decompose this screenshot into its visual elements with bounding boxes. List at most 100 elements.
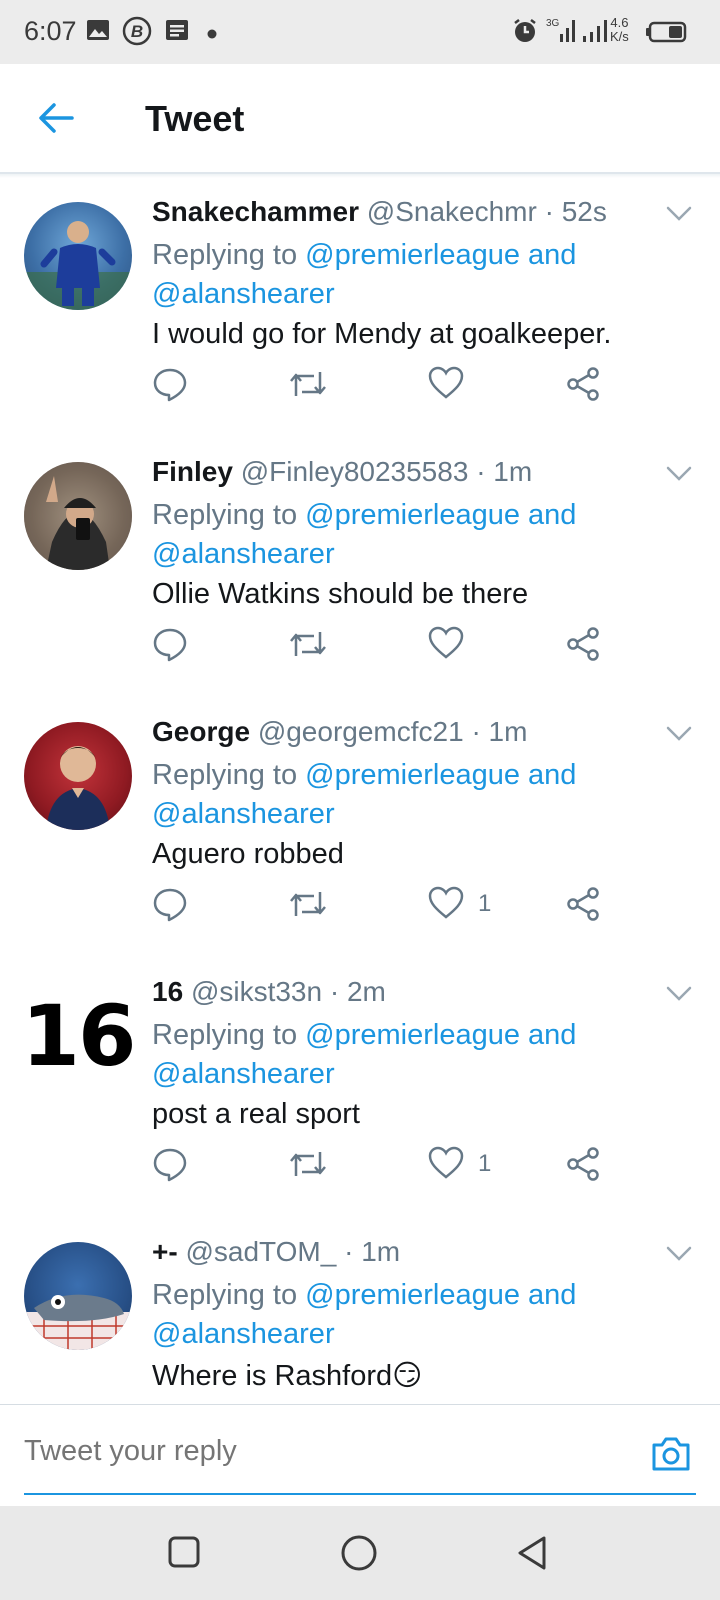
like-count: 1 bbox=[478, 1150, 492, 1177]
reply-icon[interactable] bbox=[152, 366, 188, 407]
share-icon[interactable] bbox=[566, 1146, 600, 1187]
user-name[interactable]: Finley bbox=[152, 456, 233, 487]
user-handle[interactable]: @sadTOM_ bbox=[185, 1236, 336, 1267]
user-handle[interactable]: @Snakechmr bbox=[367, 196, 537, 227]
signal-icon: 3G bbox=[546, 16, 580, 51]
retweet-icon[interactable] bbox=[288, 886, 328, 927]
home-button-icon[interactable] bbox=[340, 1534, 378, 1577]
like-icon[interactable] bbox=[428, 626, 464, 665]
replying-prefix: Replying to bbox=[152, 1019, 298, 1051]
mention-link[interactable]: @alanshearer bbox=[152, 538, 335, 570]
share-icon[interactable] bbox=[566, 626, 600, 667]
recents-button-icon[interactable] bbox=[166, 1534, 202, 1575]
mention-link[interactable]: @premierleague and bbox=[305, 239, 576, 271]
avatar[interactable] bbox=[24, 722, 132, 830]
like-icon[interactable] bbox=[428, 1146, 464, 1185]
like-icon[interactable] bbox=[428, 886, 464, 925]
net-speed: 4.6 K/s bbox=[610, 16, 629, 44]
retweet-icon[interactable] bbox=[288, 626, 328, 667]
b-badge-icon: B bbox=[122, 16, 152, 51]
mention-link[interactable]: @premierleague and bbox=[305, 1019, 576, 1051]
back-button-icon[interactable] bbox=[514, 1534, 550, 1577]
tweet-header: +- @sadTOM_ · 1m bbox=[152, 1236, 400, 1268]
input-underline bbox=[24, 1493, 696, 1495]
mention-link[interactable]: @alanshearer bbox=[152, 1318, 335, 1350]
tweet-header: Snakechammer @Snakechmr · 52s bbox=[152, 196, 607, 228]
reply-icon[interactable] bbox=[152, 626, 188, 667]
tweet-item[interactable]: 16 16 @sikst33n · 2m Replying to @premie… bbox=[0, 958, 720, 1219]
replying-prefix: Replying to bbox=[152, 1279, 298, 1311]
tweet-item[interactable]: Snakechammer @Snakechmr · 52s Replying t… bbox=[0, 178, 720, 439]
user-handle[interactable]: @georgemcfc21 bbox=[258, 716, 464, 747]
battery-icon bbox=[645, 21, 687, 48]
status-time: 6:07 bbox=[24, 16, 77, 46]
gallery-icon bbox=[86, 18, 110, 47]
app-header: Tweet bbox=[0, 64, 720, 174]
tweet-text: post a real sport bbox=[152, 1098, 360, 1130]
retweet-icon[interactable] bbox=[288, 366, 328, 407]
reply-icon[interactable] bbox=[152, 1146, 188, 1187]
chevron-down-icon[interactable] bbox=[666, 466, 692, 487]
user-handle[interactable]: @Finley80235583 bbox=[241, 456, 469, 487]
back-arrow-icon[interactable] bbox=[38, 102, 74, 139]
signal-icon bbox=[582, 18, 610, 49]
chevron-down-icon[interactable] bbox=[666, 986, 692, 1007]
tweet-time: · 2m bbox=[329, 976, 386, 1007]
svg-text:B: B bbox=[131, 22, 143, 41]
tweet-item[interactable]: George @georgemcfc21 · 1m Replying to @p… bbox=[0, 698, 720, 959]
replying-to: Replying to @premierleague and @alanshea… bbox=[152, 496, 652, 574]
tweet-item[interactable]: Finley @Finley80235583 · 1m Replying to … bbox=[0, 438, 720, 699]
tweet-time: · 1m bbox=[471, 716, 528, 747]
tweet-text: Aguero robbed bbox=[152, 838, 344, 870]
tweet-item[interactable]: +- @sadTOM_ · 1m Replying to @premierlea… bbox=[0, 1218, 720, 1404]
user-name[interactable]: +- bbox=[152, 1236, 178, 1267]
camera-icon[interactable] bbox=[650, 1435, 692, 1478]
user-name[interactable]: George bbox=[152, 716, 250, 747]
status-bar: 6:07 B 3G 4.6 K/s bbox=[0, 0, 720, 64]
reply-composer bbox=[0, 1404, 720, 1505]
tweet-header: George @georgemcfc21 · 1m bbox=[152, 716, 527, 748]
chevron-down-icon[interactable] bbox=[666, 1246, 692, 1267]
tweet-actions bbox=[152, 626, 622, 666]
chevron-down-icon[interactable] bbox=[666, 726, 692, 747]
replying-prefix: Replying to bbox=[152, 239, 298, 271]
tweet-actions: 1 bbox=[152, 886, 622, 926]
mention-link[interactable]: @alanshearer bbox=[152, 278, 335, 310]
avatar[interactable] bbox=[24, 202, 132, 310]
retweet-icon[interactable] bbox=[288, 1146, 328, 1187]
user-handle[interactable]: @sikst33n bbox=[191, 976, 322, 1007]
like-count: 1 bbox=[478, 890, 492, 917]
tweet-header: Finley @Finley80235583 · 1m bbox=[152, 456, 532, 488]
tweet-time: · 52s bbox=[544, 196, 607, 227]
share-icon[interactable] bbox=[566, 366, 600, 407]
avatar[interactable]: 16 bbox=[22, 982, 137, 1090]
alarm-icon bbox=[512, 18, 538, 49]
replying-to: Replying to @premierleague and @alanshea… bbox=[152, 756, 652, 834]
reply-input[interactable] bbox=[24, 1435, 604, 1468]
mention-link[interactable]: @alanshearer bbox=[152, 1058, 335, 1090]
tweet-text: I would go for Mendy at goalkeeper. bbox=[152, 318, 612, 350]
page-title: Tweet bbox=[145, 98, 245, 139]
mention-link[interactable]: @premierleague and bbox=[305, 759, 576, 791]
replying-to: Replying to @premierleague and @alanshea… bbox=[152, 1276, 652, 1354]
chevron-down-icon[interactable] bbox=[666, 206, 692, 227]
tweet-text: Ollie Watkins should be there bbox=[152, 578, 529, 610]
reply-icon[interactable] bbox=[152, 886, 188, 927]
net-speed-unit: K/s bbox=[610, 29, 629, 44]
replying-prefix: Replying to bbox=[152, 759, 298, 791]
tweet-header: 16 @sikst33n · 2m bbox=[152, 976, 386, 1008]
replying-to: Replying to @premierleague and @alanshea… bbox=[152, 236, 652, 314]
avatar[interactable] bbox=[24, 1242, 132, 1350]
avatar[interactable] bbox=[24, 462, 132, 570]
mention-link[interactable]: @alanshearer bbox=[152, 798, 335, 830]
share-icon[interactable] bbox=[566, 886, 600, 927]
dot-icon bbox=[207, 26, 217, 44]
user-name[interactable]: Snakechammer bbox=[152, 196, 359, 227]
mention-link[interactable]: @premierleague and bbox=[305, 1279, 576, 1311]
mention-link[interactable]: @premierleague and bbox=[305, 499, 576, 531]
replying-to: Replying to @premierleague and @alanshea… bbox=[152, 1016, 652, 1094]
tweet-actions bbox=[152, 366, 622, 406]
tweet-actions: 1 bbox=[152, 1146, 622, 1186]
like-icon[interactable] bbox=[428, 366, 464, 405]
user-name[interactable]: 16 bbox=[152, 976, 183, 1007]
